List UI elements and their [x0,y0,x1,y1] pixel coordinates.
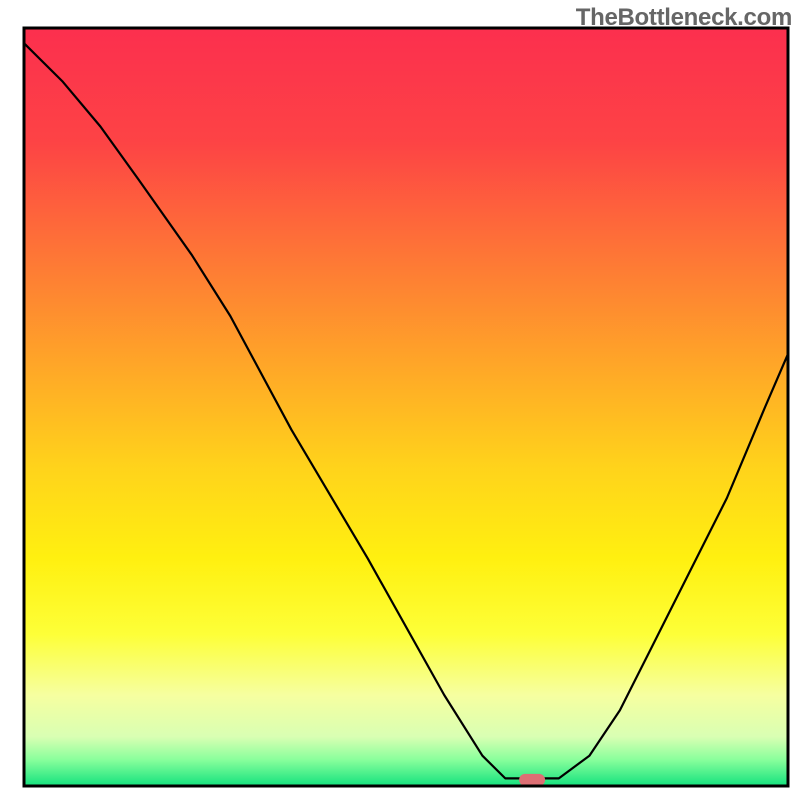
gradient-background [24,28,788,786]
bottleneck-chart [0,0,800,800]
optimal-marker [519,774,545,786]
chart-container: TheBottleneck.com [0,0,800,800]
watermark-text: TheBottleneck.com [576,4,792,32]
